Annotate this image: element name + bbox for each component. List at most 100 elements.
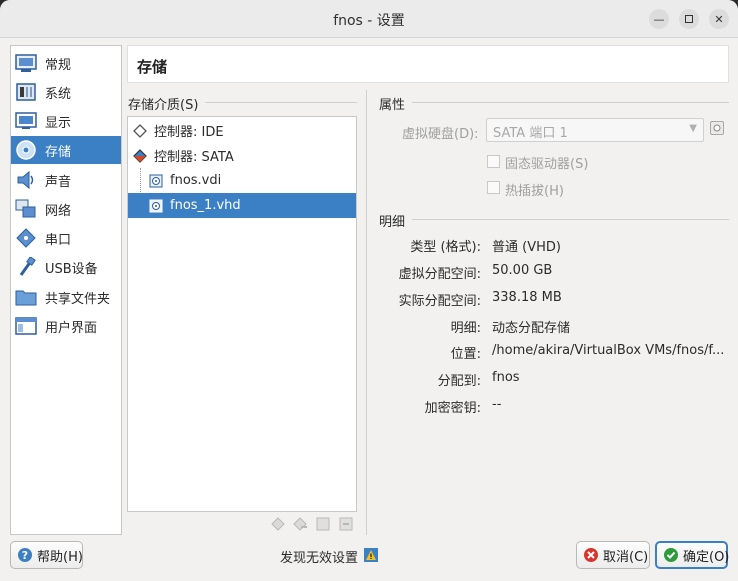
info-key: 位置: <box>450 347 481 362</box>
tree-item-disk[interactable]: fnos.vdi <box>128 168 356 193</box>
svg-text:?: ? <box>22 549 28 562</box>
sidebar-item-network[interactable]: 网络 <box>11 195 121 223</box>
attributes-label: 属性 <box>379 98 406 113</box>
cancel-button-label: 取消(C) <box>603 549 649 565</box>
disk-icon <box>713 124 721 132</box>
invalid-settings-warning[interactable]: 发现无效设置 <box>280 547 379 566</box>
tree-item-label: 控制器: IDE <box>154 125 224 140</box>
sidebar-item-audio[interactable]: 声音 <box>11 166 121 194</box>
info-key: 明细: <box>450 321 481 336</box>
info-key: 实际分配空间: <box>398 294 481 309</box>
sidebar-item-user-interface[interactable]: 用户界面 <box>11 312 121 340</box>
storage-tree[interactable]: 控制器: IDE 控制器: SATA fnos.vdi fnos_1.vhd <box>127 116 357 512</box>
sidebar-item-label: 网络 <box>45 203 72 219</box>
display-icon <box>15 110 37 132</box>
page-title: 存储 <box>137 58 168 76</box>
ok-button[interactable]: 确定(O) <box>655 541 730 569</box>
cancel-icon <box>583 547 599 563</box>
remove-attachment-icon[interactable] <box>338 516 354 532</box>
ssd-label: 固态驱动器(S) <box>505 157 589 172</box>
sata-controller-icon <box>132 148 148 164</box>
maximize-button[interactable] <box>679 9 699 29</box>
hotplug-checkbox[interactable] <box>487 181 500 194</box>
add-attachment-icon[interactable] <box>315 516 331 532</box>
info-value: 50.00 GB <box>492 263 553 278</box>
info-value: 普通 (VHD) <box>492 240 561 255</box>
serial-port-icon <box>15 227 37 249</box>
choose-disk-button[interactable] <box>710 121 724 135</box>
storage-icon <box>15 139 37 161</box>
info-value: -- <box>492 397 502 412</box>
sidebar-item-label: 系统 <box>45 86 72 102</box>
tree-item-ide-controller[interactable]: 控制器: IDE <box>128 118 356 143</box>
hard-disk-port-select[interactable]: SATA 端口 1 ▼ <box>486 118 704 142</box>
hard-disk-port-value: SATA 端口 1 <box>493 126 568 141</box>
sidebar-item-serial-port[interactable]: 串口 <box>11 224 121 252</box>
audio-icon <box>15 169 37 191</box>
info-value: fnos <box>492 370 520 385</box>
sidebar-item-usb[interactable]: USB设备 <box>11 253 121 281</box>
maximize-icon <box>685 15 693 23</box>
ok-button-label: 确定(O) <box>683 549 730 565</box>
sidebar-item-display[interactable]: 显示 <box>11 107 121 135</box>
ok-icon <box>663 547 679 563</box>
sidebar-item-label: 串口 <box>45 232 72 248</box>
tree-item-disk-selected[interactable]: fnos_1.vhd <box>128 193 356 218</box>
shared-folder-icon <box>15 286 37 308</box>
info-key: 加密密钥: <box>424 401 481 416</box>
close-button[interactable]: ✕ <box>709 9 729 29</box>
sidebar-item-system[interactable]: 系统 <box>11 78 121 106</box>
help-icon: ? <box>17 547 33 563</box>
sidebar-item-label: 声音 <box>45 174 72 190</box>
title-bar: fnos - 设置 — ✕ <box>0 0 738 38</box>
cancel-button[interactable]: 取消(C) <box>576 541 650 569</box>
info-value: 动态分配存储 <box>492 321 571 336</box>
settings-sidebar: 常规 系统 显示 存储 声音 网络 串口 USB设备 共享文件夹 用户界面 <box>10 45 122 535</box>
tree-item-label: fnos.vdi <box>170 173 222 188</box>
info-key: 分配到: <box>437 374 481 389</box>
user-interface-icon <box>15 315 37 337</box>
chevron-down-icon: ▼ <box>689 123 697 134</box>
warning-text: 发现无效设置 <box>280 551 359 566</box>
section-divider <box>412 219 729 220</box>
storage-devices-label: 存储介质(S) <box>128 98 199 113</box>
sidebar-item-label: 共享文件夹 <box>45 291 111 307</box>
sidebar-item-shared-folders[interactable]: 共享文件夹 <box>11 283 121 311</box>
sidebar-item-label: 常规 <box>45 57 72 73</box>
section-divider <box>205 102 357 103</box>
remove-controller-icon[interactable] <box>292 516 308 532</box>
sidebar-item-storage[interactable]: 存储 <box>11 136 121 164</box>
tree-item-sata-controller[interactable]: 控制器: SATA <box>128 143 356 168</box>
ssd-checkbox[interactable] <box>487 155 500 168</box>
page-header: 存储 <box>127 45 729 83</box>
tree-item-label: fnos_1.vhd <box>170 198 241 213</box>
system-icon <box>15 81 37 103</box>
warning-icon <box>364 547 379 566</box>
add-controller-icon[interactable] <box>270 516 286 532</box>
minimize-button[interactable]: — <box>649 9 669 29</box>
help-button-label: 帮助(H) <box>37 549 83 565</box>
usb-icon <box>15 256 37 278</box>
sidebar-item-general[interactable]: 常规 <box>11 49 121 77</box>
info-key: 虚拟分配空间: <box>398 267 481 282</box>
tree-item-label: 控制器: SATA <box>154 150 234 165</box>
window-title: fnos - 设置 <box>333 13 405 29</box>
info-key: 类型 (格式): <box>410 240 481 255</box>
info-value: 338.18 MB <box>492 290 562 305</box>
network-icon <box>15 198 37 220</box>
section-divider <box>412 102 729 103</box>
close-icon: ✕ <box>714 12 724 26</box>
info-value: /home/akira/VirtualBox VMs/fnos/f... <box>492 343 725 358</box>
hard-disk-icon <box>148 173 164 189</box>
hotplug-label: 热插拔(H) <box>505 184 564 199</box>
help-button[interactable]: ? 帮助(H) <box>10 541 83 569</box>
sidebar-item-label: USB设备 <box>45 261 98 277</box>
info-label: 明细 <box>379 215 406 230</box>
hard-disk-label: 虚拟硬盘(D): <box>402 127 479 142</box>
sidebar-item-label: 用户界面 <box>45 320 98 336</box>
hard-disk-icon <box>148 198 164 214</box>
sidebar-item-label: 显示 <box>45 115 72 131</box>
settings-dialog: fnos - 设置 — ✕ 常规 系统 显示 存储 声音 网络 串口 USB设备… <box>0 0 738 581</box>
panel-divider <box>366 90 367 535</box>
ide-controller-icon <box>132 123 148 139</box>
